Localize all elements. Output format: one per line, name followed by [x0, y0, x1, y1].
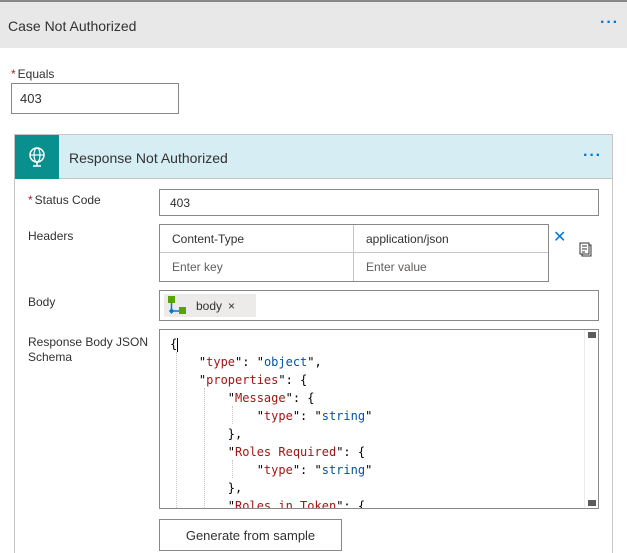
body-token-label: body — [196, 298, 223, 313]
body-label: Body — [28, 295, 56, 309]
status-code-label: * Status Code — [28, 193, 101, 208]
switch-to-text-mode-icon[interactable] — [578, 242, 594, 263]
schema-scrollbar[interactable] — [584, 330, 598, 508]
body-token[interactable]: body × — [164, 294, 256, 317]
scroll-up-icon[interactable] — [588, 332, 596, 338]
scroll-down-icon[interactable] — [588, 500, 596, 506]
schema-label: Response Body JSON Schema — [28, 335, 149, 364]
required-marker: * — [11, 67, 16, 81]
case-header: Case Not Authorized ··· — [0, 0, 627, 48]
globe-response-icon — [15, 135, 59, 179]
header-value-placeholder-input[interactable]: Enter value — [354, 253, 548, 281]
case-title: Case Not Authorized — [8, 18, 137, 34]
header-key-placeholder-input[interactable]: Enter key — [160, 253, 354, 281]
remove-header-icon[interactable]: ✕ — [553, 227, 566, 247]
header-key-input[interactable]: Content-Type — [160, 225, 354, 253]
status-code-label-text: Status Code — [34, 193, 101, 207]
headers-label: Headers — [28, 229, 74, 243]
equals-label-text: Equals — [17, 67, 55, 81]
response-action-card: Response Not Authorized ··· * Status Code… — [14, 134, 613, 553]
headers-table: Content-Type application/json Enter key … — [159, 224, 549, 282]
header-value-input[interactable]: application/json — [354, 225, 548, 253]
body-input[interactable]: body × — [159, 290, 599, 321]
action-more-options-icon[interactable]: ··· — [583, 147, 602, 165]
required-marker: * — [28, 193, 33, 207]
schema-editor[interactable]: { "type": "object", "properties": { "Mes… — [159, 329, 599, 509]
workflow-trigger-icon — [164, 294, 190, 317]
action-header[interactable]: Response Not Authorized ··· — [15, 135, 612, 179]
equals-label: * Equals — [11, 67, 54, 81]
generate-from-sample-button[interactable]: Generate from sample — [159, 519, 342, 551]
equals-input[interactable]: 403 — [11, 83, 179, 114]
status-code-input[interactable]: 403 — [159, 189, 599, 216]
schema-code: { "type": "object", "properties": { "Mes… — [170, 337, 373, 509]
remove-token-icon[interactable]: × — [228, 299, 235, 313]
case-more-options-icon[interactable]: ··· — [600, 14, 619, 32]
action-title: Response Not Authorized — [69, 150, 228, 166]
